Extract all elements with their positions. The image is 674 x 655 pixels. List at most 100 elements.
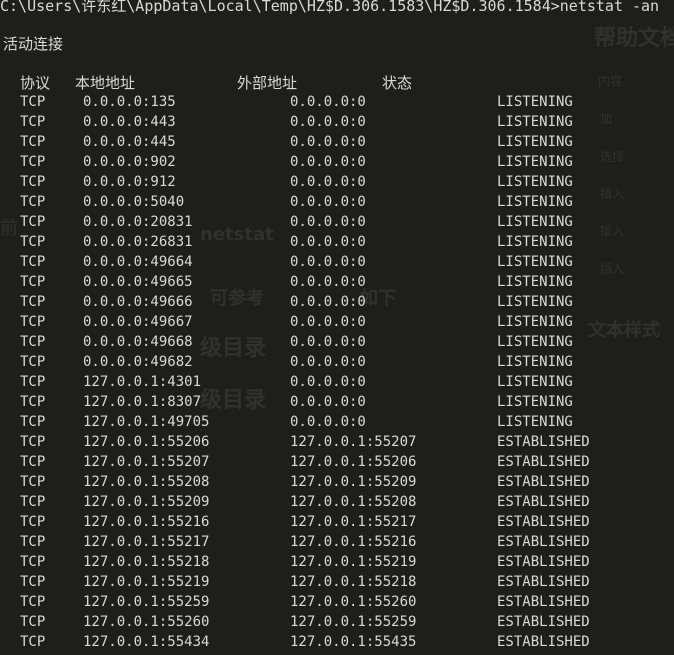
cell-protocol: TCP bbox=[20, 634, 46, 650]
cell-state: LISTENING bbox=[497, 394, 573, 410]
table-row: TCP 0.0.0.0:5040 0.0.0.0:0 LISTENING bbox=[0, 192, 674, 212]
table-row: TCP 127.0.0.1:55207 127.0.0.1:55206 ESTA… bbox=[0, 452, 674, 472]
cell-state: LISTENING bbox=[497, 354, 573, 370]
cell-local-address: 127.0.0.1:55260 bbox=[83, 614, 210, 630]
cell-foreign-address: 127.0.0.1:55208 bbox=[290, 494, 417, 510]
cell-local-address: 127.0.0.1:55217 bbox=[83, 534, 210, 550]
cell-foreign-address: 0.0.0.0:0 bbox=[290, 414, 366, 430]
cell-state: LISTENING bbox=[497, 414, 573, 430]
cell-protocol: TCP bbox=[20, 554, 46, 570]
table-row: TCP 127.0.0.1:55217 127.0.0.1:55216 ESTA… bbox=[0, 532, 674, 552]
cell-protocol: TCP bbox=[20, 354, 46, 370]
cell-state: LISTENING bbox=[497, 194, 573, 210]
cell-foreign-address: 0.0.0.0:0 bbox=[290, 234, 366, 250]
cell-local-address: 127.0.0.1:55218 bbox=[83, 554, 210, 570]
cell-local-address: 0.0.0.0:912 bbox=[83, 174, 176, 190]
cell-local-address: 127.0.0.1:55434 bbox=[83, 634, 210, 650]
cell-state: ESTABLISHED bbox=[497, 574, 590, 590]
cell-foreign-address: 0.0.0.0:0 bbox=[290, 394, 366, 410]
cell-protocol: TCP bbox=[20, 254, 46, 270]
cell-protocol: TCP bbox=[20, 94, 46, 110]
cell-state: LISTENING bbox=[497, 334, 573, 350]
cell-foreign-address: 127.0.0.1:55218 bbox=[290, 574, 417, 590]
cell-foreign-address: 0.0.0.0:0 bbox=[290, 94, 366, 110]
cell-protocol: TCP bbox=[20, 314, 46, 330]
cell-state: LISTENING bbox=[497, 314, 573, 330]
cell-foreign-address: 127.0.0.1:55206 bbox=[290, 454, 417, 470]
cell-state: LISTENING bbox=[497, 254, 573, 270]
table-row: TCP 0.0.0.0:135 0.0.0.0:0 LISTENING bbox=[0, 92, 674, 112]
cell-foreign-address: 127.0.0.1:55207 bbox=[290, 434, 417, 450]
cell-state: ESTABLISHED bbox=[497, 474, 590, 490]
connection-table: TCP 0.0.0.0:135 0.0.0.0:0 LISTENING TCP … bbox=[0, 92, 674, 652]
table-row: TCP 127.0.0.1:55218 127.0.0.1:55219 ESTA… bbox=[0, 552, 674, 572]
cell-foreign-address: 0.0.0.0:0 bbox=[290, 334, 366, 350]
cell-foreign-address: 0.0.0.0:0 bbox=[290, 174, 366, 190]
cell-protocol: TCP bbox=[20, 134, 46, 150]
cell-protocol: TCP bbox=[20, 374, 46, 390]
cell-protocol: TCP bbox=[20, 154, 46, 170]
cell-local-address: 0.0.0.0:49682 bbox=[83, 354, 193, 370]
console-window[interactable]: C:\Users\许东红\AppData\Local\Temp\HZ$D.306… bbox=[0, 0, 674, 655]
section-title: 活动连接 bbox=[3, 35, 64, 53]
table-row: TCP 0.0.0.0:912 0.0.0.0:0 LISTENING bbox=[0, 172, 674, 192]
cell-state: LISTENING bbox=[497, 214, 573, 230]
cell-foreign-address: 127.0.0.1:55435 bbox=[290, 634, 417, 650]
cell-state: ESTABLISHED bbox=[497, 614, 590, 630]
cell-protocol: TCP bbox=[20, 594, 46, 610]
cell-foreign-address: 0.0.0.0:0 bbox=[290, 114, 366, 130]
cell-local-address: 127.0.0.1:4301 bbox=[83, 374, 202, 390]
cell-local-address: 127.0.0.1:55208 bbox=[83, 474, 210, 490]
cell-protocol: TCP bbox=[20, 614, 46, 630]
cell-foreign-address: 127.0.0.1:55209 bbox=[290, 474, 417, 490]
cell-local-address: 127.0.0.1:8307 bbox=[83, 394, 202, 410]
cell-local-address: 127.0.0.1:55206 bbox=[83, 434, 210, 450]
table-row: TCP 0.0.0.0:445 0.0.0.0:0 LISTENING bbox=[0, 132, 674, 152]
table-row: TCP 0.0.0.0:20831 0.0.0.0:0 LISTENING bbox=[0, 212, 674, 232]
cell-state: ESTABLISHED bbox=[497, 494, 590, 510]
cell-state: ESTABLISHED bbox=[497, 454, 590, 470]
cell-foreign-address: 0.0.0.0:0 bbox=[290, 274, 366, 290]
cell-local-address: 0.0.0.0:49664 bbox=[83, 254, 193, 270]
cell-local-address: 0.0.0.0:443 bbox=[83, 114, 176, 130]
cell-local-address: 127.0.0.1:55219 bbox=[83, 574, 210, 590]
cell-protocol: TCP bbox=[20, 194, 46, 210]
cell-local-address: 0.0.0.0:20831 bbox=[83, 214, 193, 230]
cell-protocol: TCP bbox=[20, 494, 46, 510]
cell-local-address: 127.0.0.1:55207 bbox=[83, 454, 210, 470]
cell-state: LISTENING bbox=[497, 174, 573, 190]
table-row: TCP 0.0.0.0:443 0.0.0.0:0 LISTENING bbox=[0, 112, 674, 132]
cell-local-address: 0.0.0.0:135 bbox=[83, 94, 176, 110]
cell-local-address: 127.0.0.1:55259 bbox=[83, 594, 210, 610]
command-line: C:\Users\许东红\AppData\Local\Temp\HZ$D.306… bbox=[0, 0, 660, 15]
cell-local-address: 0.0.0.0:49665 bbox=[83, 274, 193, 290]
cell-protocol: TCP bbox=[20, 474, 46, 490]
cell-state: ESTABLISHED bbox=[497, 634, 590, 650]
cell-state: LISTENING bbox=[497, 274, 573, 290]
cell-foreign-address: 0.0.0.0:0 bbox=[290, 194, 366, 210]
header-protocol: 协议 bbox=[20, 74, 51, 92]
cell-state: LISTENING bbox=[497, 134, 573, 150]
cell-protocol: TCP bbox=[20, 334, 46, 350]
cell-foreign-address: 0.0.0.0:0 bbox=[290, 154, 366, 170]
table-row: TCP 127.0.0.1:49705 0.0.0.0:0 LISTENING bbox=[0, 412, 674, 432]
cell-state: LISTENING bbox=[497, 234, 573, 250]
cell-local-address: 0.0.0.0:5040 bbox=[83, 194, 185, 210]
cell-foreign-address: 127.0.0.1:55216 bbox=[290, 534, 417, 550]
cell-local-address: 0.0.0.0:49667 bbox=[83, 314, 193, 330]
cell-foreign-address: 127.0.0.1:55260 bbox=[290, 594, 417, 610]
cell-protocol: TCP bbox=[20, 274, 46, 290]
table-row: TCP 127.0.0.1:55434 127.0.0.1:55435 ESTA… bbox=[0, 632, 674, 652]
cell-local-address: 0.0.0.0:445 bbox=[83, 134, 176, 150]
cell-protocol: TCP bbox=[20, 414, 46, 430]
cell-protocol: TCP bbox=[20, 234, 46, 250]
cell-state: LISTENING bbox=[497, 154, 573, 170]
cell-state: ESTABLISHED bbox=[497, 434, 590, 450]
cell-foreign-address: 0.0.0.0:0 bbox=[290, 354, 366, 370]
table-row: TCP 127.0.0.1:55259 127.0.0.1:55260 ESTA… bbox=[0, 592, 674, 612]
table-row: TCP 127.0.0.1:55206 127.0.0.1:55207 ESTA… bbox=[0, 432, 674, 452]
cell-local-address: 127.0.0.1:55209 bbox=[83, 494, 210, 510]
table-row: TCP 0.0.0.0:49682 0.0.0.0:0 LISTENING bbox=[0, 352, 674, 372]
header-local-address: 本地地址 bbox=[75, 74, 136, 92]
cell-foreign-address: 0.0.0.0:0 bbox=[290, 314, 366, 330]
